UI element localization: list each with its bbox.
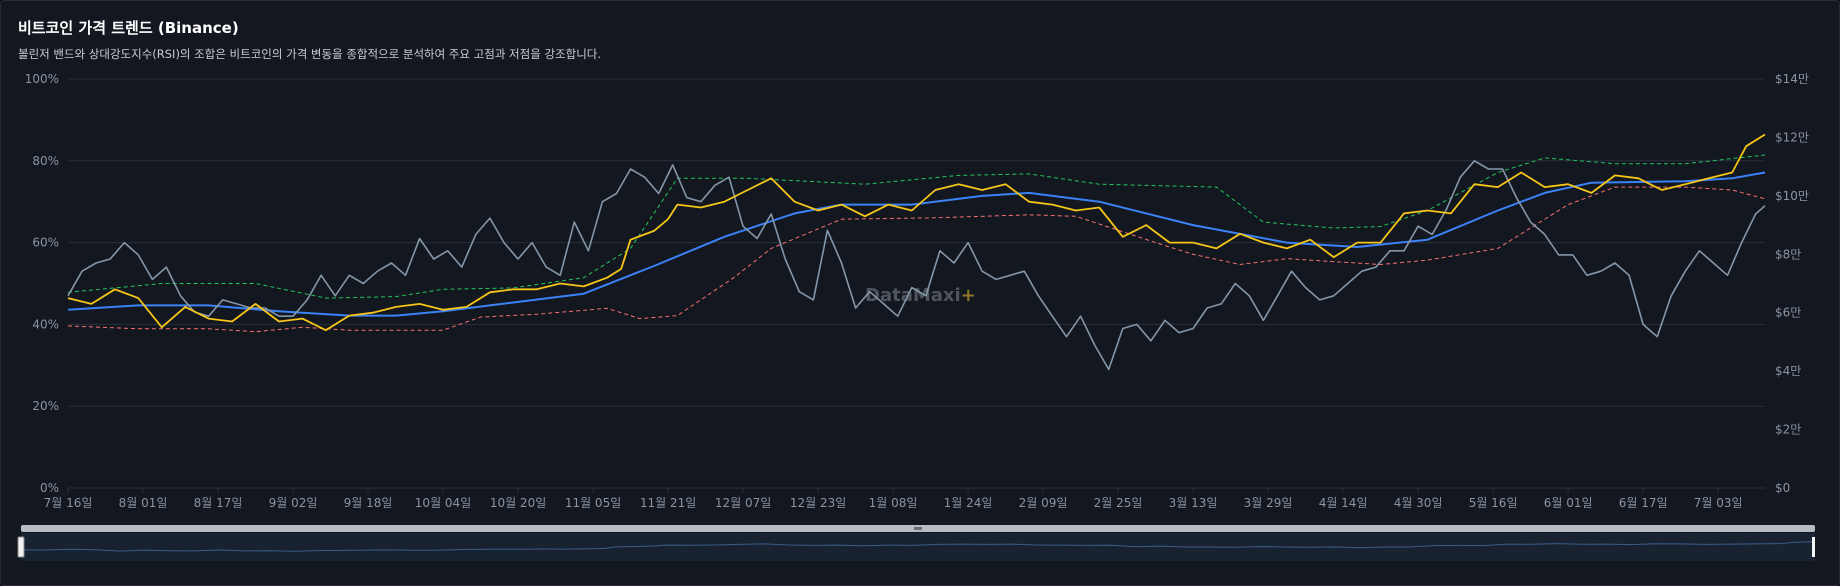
price-tick-label: $6만 — [1775, 306, 1801, 320]
date-tick-label: 6월 17일 — [1619, 496, 1668, 510]
date-tick-label: 12월 07일 — [715, 496, 771, 510]
chart-series — [67, 133, 1766, 371]
date-tick-label: 11월 05일 — [565, 496, 621, 510]
date-tick-label: 12월 23일 — [790, 496, 846, 510]
navigator-left-handle[interactable] — [17, 536, 25, 558]
rsi-tick-label: 100% — [25, 72, 59, 86]
date-tick-label: 5월 16일 — [1469, 496, 1518, 510]
date-tick-label: 9월 18일 — [344, 496, 393, 510]
price-rsi-chart[interactable]: 0% 20% 40% 60% 80% 100% $0 $2만 $4만 $6만 $8만 $10만 $12… — [1, 1, 1839, 585]
price-tick-label: $8만 — [1775, 247, 1801, 261]
rsi-tick-label: 20% — [32, 399, 59, 413]
rsi-tick-label: 60% — [32, 236, 59, 250]
rsi-axis-labels: 0% 20% 40% 60% 80% 100% — [25, 72, 59, 495]
date-tick-label: 11월 21일 — [640, 496, 696, 510]
price-tick-label: $4만 — [1775, 364, 1801, 378]
price-tick-label: $10만 — [1775, 189, 1809, 203]
grid-lines — [68, 78, 1765, 489]
date-tick-label: 1월 08일 — [869, 496, 918, 510]
price-tick-label: $0 — [1775, 481, 1790, 495]
date-tick-label: 6월 01일 — [1544, 496, 1593, 510]
date-axis-labels: 7월 16일 8월 01일 8월 17일 9월 02일 9월 18일 10월 04일 10월… — [44, 488, 1743, 510]
date-tick-label: 3월 29일 — [1244, 496, 1293, 510]
range-navigator[interactable] — [17, 525, 1816, 561]
rsi-tick-label: 40% — [32, 317, 59, 331]
date-tick-label: 4월 14일 — [1319, 496, 1368, 510]
date-tick-label: 1월 24일 — [944, 496, 993, 510]
price-axis-labels: $0 $2만 $4만 $6만 $8만 $10만 $12만 $14만 — [1775, 72, 1809, 495]
navigator-right-handle[interactable] — [1812, 537, 1815, 557]
navigator-area — [21, 533, 1815, 561]
date-tick-label: 7월 03일 — [1694, 496, 1743, 510]
date-tick-label: 3월 13일 — [1169, 496, 1218, 510]
price-tick-label: $12만 — [1775, 130, 1809, 144]
date-tick-label: 4월 30일 — [1394, 496, 1443, 510]
rsi-tick-label: 0% — [40, 481, 59, 495]
date-tick-label: 8월 17일 — [194, 496, 243, 510]
chart-panel: 비트코인 가격 트렌드 (Binance) 볼린저 밴드와 상대강도지수(RSI… — [0, 0, 1840, 586]
date-tick-label: 2월 09일 — [1019, 496, 1068, 510]
date-tick-label: 2월 25일 — [1094, 496, 1143, 510]
date-tick-label: 8월 01일 — [119, 496, 168, 510]
date-tick-label: 10월 20일 — [490, 496, 546, 510]
date-tick-label: 9월 02일 — [269, 496, 318, 510]
lower-band-line[interactable] — [67, 186, 1766, 333]
navigator-grip[interactable] — [914, 527, 922, 530]
date-tick-label: 10월 04일 — [415, 496, 471, 510]
rsi-tick-label: 80% — [32, 154, 59, 168]
price-tick-label: $14만 — [1775, 72, 1809, 86]
price-tick-label: $2만 — [1775, 423, 1801, 437]
date-tick-label: 7월 16일 — [44, 496, 93, 510]
rsi-line[interactable] — [67, 160, 1766, 371]
